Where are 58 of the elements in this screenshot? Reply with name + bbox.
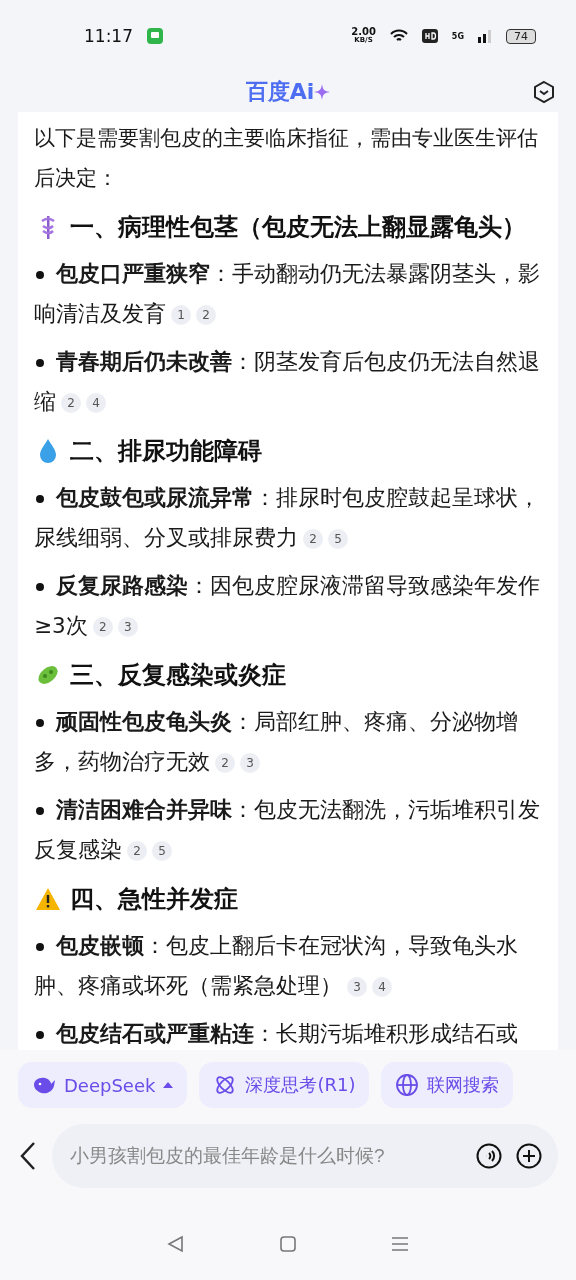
indication-item: 包皮鼓包或尿流异常：排尿时包皮腔鼓起呈球状，尿线细弱、分叉或排尿费力 2 5 — [34, 484, 541, 552]
indication-item: 青春期后仍未改善：阴茎发育后包皮仍无法自然退缩 2 4 — [34, 348, 541, 416]
citation-badge[interactable]: 4 — [86, 393, 106, 413]
bullet-dot — [36, 359, 44, 367]
bullet-dot — [36, 583, 44, 591]
indication-item: 反复尿路感染：因包皮腔尿液滞留导致感染年发作≥3次 2 3 — [34, 572, 541, 640]
menu-nav-icon[interactable] — [391, 1235, 409, 1253]
network-speed: 2.00 — [351, 27, 376, 36]
voice-icon[interactable] — [476, 1143, 502, 1169]
citation-badge[interactable]: 2 — [303, 529, 323, 549]
mode-chip[interactable]: 联网搜索 — [381, 1062, 514, 1108]
bullet-dot — [36, 719, 44, 727]
citation-badge[interactable]: 3 — [240, 753, 260, 773]
bullet-dot — [36, 271, 44, 279]
mode-chip[interactable]: DeepSeek — [18, 1062, 188, 1108]
citation-badge[interactable]: 5 — [152, 841, 172, 861]
bullet-dot — [36, 495, 44, 503]
bullet-dot — [36, 807, 44, 815]
citation-badge[interactable]: 4 — [372, 977, 392, 997]
citation-badge[interactable]: 3 — [117, 617, 138, 637]
bullet-dot — [36, 1031, 44, 1039]
indication-item: 包皮结石或严重粘连：长期污垢堆积形成结石或 — [34, 1014, 542, 1050]
caret-icon — [163, 1081, 174, 1089]
network-type: 5G — [451, 31, 464, 41]
question-input[interactable]: 小男孩割包皮的最佳年龄是什么时候? — [68, 1144, 462, 1168]
citation-badge[interactable]: 1 — [171, 305, 191, 325]
whale-icon — [32, 1075, 56, 1095]
add-icon[interactable] — [516, 1143, 542, 1169]
citation-badge[interactable]: 5 — [328, 529, 348, 549]
indication-item: 顽固性包皮龟头炎：局部红肿、疼痛、分泌物增多，药物治疗无效 2 3 — [34, 708, 519, 776]
globe-icon — [395, 1073, 420, 1097]
section-heading: 四、急性并发症 — [70, 884, 238, 915]
citation-badge[interactable]: 2 — [196, 305, 216, 325]
home-nav-icon[interactable] — [279, 1235, 297, 1253]
question-field[interactable]: 小男孩割包皮的最佳年龄是什么时候? — [52, 1124, 558, 1188]
signal-icon — [478, 29, 492, 43]
section-heading: 二、排尿功能障碍 — [70, 436, 262, 467]
back-nav-icon[interactable] — [167, 1235, 185, 1253]
indication-item: 清洁困难合并异味：包皮无法翻洗，污垢堆积引发反复感染 2 5 — [34, 796, 541, 864]
intro-paragraph: 以下是需要割包皮的主要临床指征，需由专业医生评估后决定： — [34, 125, 539, 192]
app-logo: 百度Ai — [245, 78, 315, 106]
citation-badge[interactable]: 3 — [347, 977, 367, 997]
citation-badge[interactable]: 2 — [215, 753, 235, 773]
hd-icon — [421, 29, 438, 43]
battery-level: 74 — [506, 28, 536, 44]
mode-chip[interactable]: 深度思考(R1) — [199, 1062, 370, 1108]
status-time: 11:17 — [84, 26, 133, 46]
section-heading: 一、病理性包茎（包皮无法上翻显露龟头） — [70, 212, 526, 243]
wifi-icon — [389, 29, 408, 43]
section-heading: 三、反复感染或炎症 — [70, 660, 286, 691]
sparkle-icon — [314, 84, 331, 100]
message-app-icon — [147, 28, 163, 44]
bullet-dot — [36, 943, 44, 951]
citation-badge[interactable]: 2 — [61, 393, 81, 413]
citation-badge[interactable]: 2 — [92, 617, 113, 637]
citation-badge[interactable]: 2 — [127, 841, 147, 861]
indication-item: 包皮口严重狭窄：手动翻动仍无法暴露阴茎头，影响清洁及发育 1 2 — [34, 260, 541, 328]
indication-item: 包皮嵌顿：包皮上翻后卡在冠状沟，导致龟头水肿、疼痛或坏死（需紧急处理） 3 4 — [34, 932, 519, 1000]
